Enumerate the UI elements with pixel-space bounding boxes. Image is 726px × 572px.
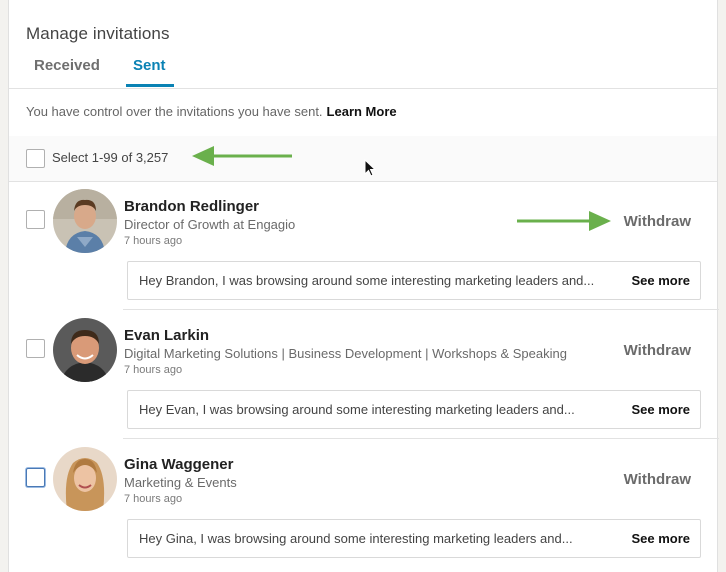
arrow-right-annotation-icon [517, 211, 611, 231]
tab-received[interactable]: Received [34, 57, 100, 82]
tab-sent[interactable]: Sent [133, 57, 166, 82]
message-text: Hey Gina, I was browsing around some int… [139, 531, 573, 546]
invitee-headline: Marketing & Events [124, 475, 237, 490]
avatar [53, 447, 117, 511]
select-all-row: Select 1-99 of 3,257 [9, 136, 717, 181]
see-more-button[interactable]: See more [631, 531, 690, 546]
invitation-message: Hey Brandon, I was browsing around some … [127, 261, 701, 300]
page-title: Manage invitations [26, 24, 170, 43]
invitee-name[interactable]: Gina Waggener [124, 456, 233, 473]
see-more-button[interactable]: See more [631, 402, 690, 417]
see-more-button[interactable]: See more [631, 273, 690, 288]
invitation-message: Hey Gina, I was browsing around some int… [127, 519, 701, 558]
invitee-headline: Digital Marketing Solutions | Business D… [124, 346, 567, 361]
message-text: Hey Evan, I was browsing around some int… [139, 402, 575, 417]
withdraw-button[interactable]: Withdraw [624, 342, 691, 359]
info-message: You have control over the invitations yo… [26, 104, 323, 119]
select-all-label: Select 1-99 of 3,257 [52, 150, 169, 165]
mouse-cursor-icon [364, 159, 376, 177]
message-text: Hey Brandon, I was browsing around some … [139, 273, 595, 288]
invitation-item: Evan Larkin Digital Marketing Solutions … [9, 310, 717, 438]
invitee-headline: Director of Growth at Engagio [124, 217, 296, 232]
invitee-name[interactable]: Evan Larkin [124, 327, 209, 344]
withdraw-button[interactable]: Withdraw [624, 213, 691, 230]
learn-more-link[interactable]: Learn More [327, 104, 397, 119]
avatar [53, 318, 117, 382]
invitation-checkbox[interactable] [26, 468, 45, 487]
invitations-card: Manage invitations Received Sent You hav… [8, 0, 719, 572]
invitation-time: 7 hours ago [124, 364, 183, 376]
invitation-item: Gina Waggener Marketing & Events 7 hours… [9, 439, 717, 567]
withdraw-button[interactable]: Withdraw [624, 471, 691, 488]
invitation-time: 7 hours ago [124, 235, 183, 247]
invitation-time: 7 hours ago [124, 493, 183, 505]
divider [9, 88, 717, 89]
tab-bar: Received Sent [9, 52, 717, 88]
invitee-name[interactable]: Brandon Redlinger [124, 198, 259, 215]
select-all-checkbox[interactable] [26, 149, 45, 168]
invitation-checkbox[interactable] [26, 210, 45, 229]
info-text: You have control over the invitations yo… [26, 104, 397, 119]
invitation-item: Brandon Redlinger Director of Growth at … [9, 181, 717, 309]
active-tab-indicator [126, 84, 174, 87]
avatar [53, 189, 117, 253]
invitation-checkbox[interactable] [26, 339, 45, 358]
arrow-left-annotation-icon [192, 146, 292, 166]
invitation-message: Hey Evan, I was browsing around some int… [127, 390, 701, 429]
